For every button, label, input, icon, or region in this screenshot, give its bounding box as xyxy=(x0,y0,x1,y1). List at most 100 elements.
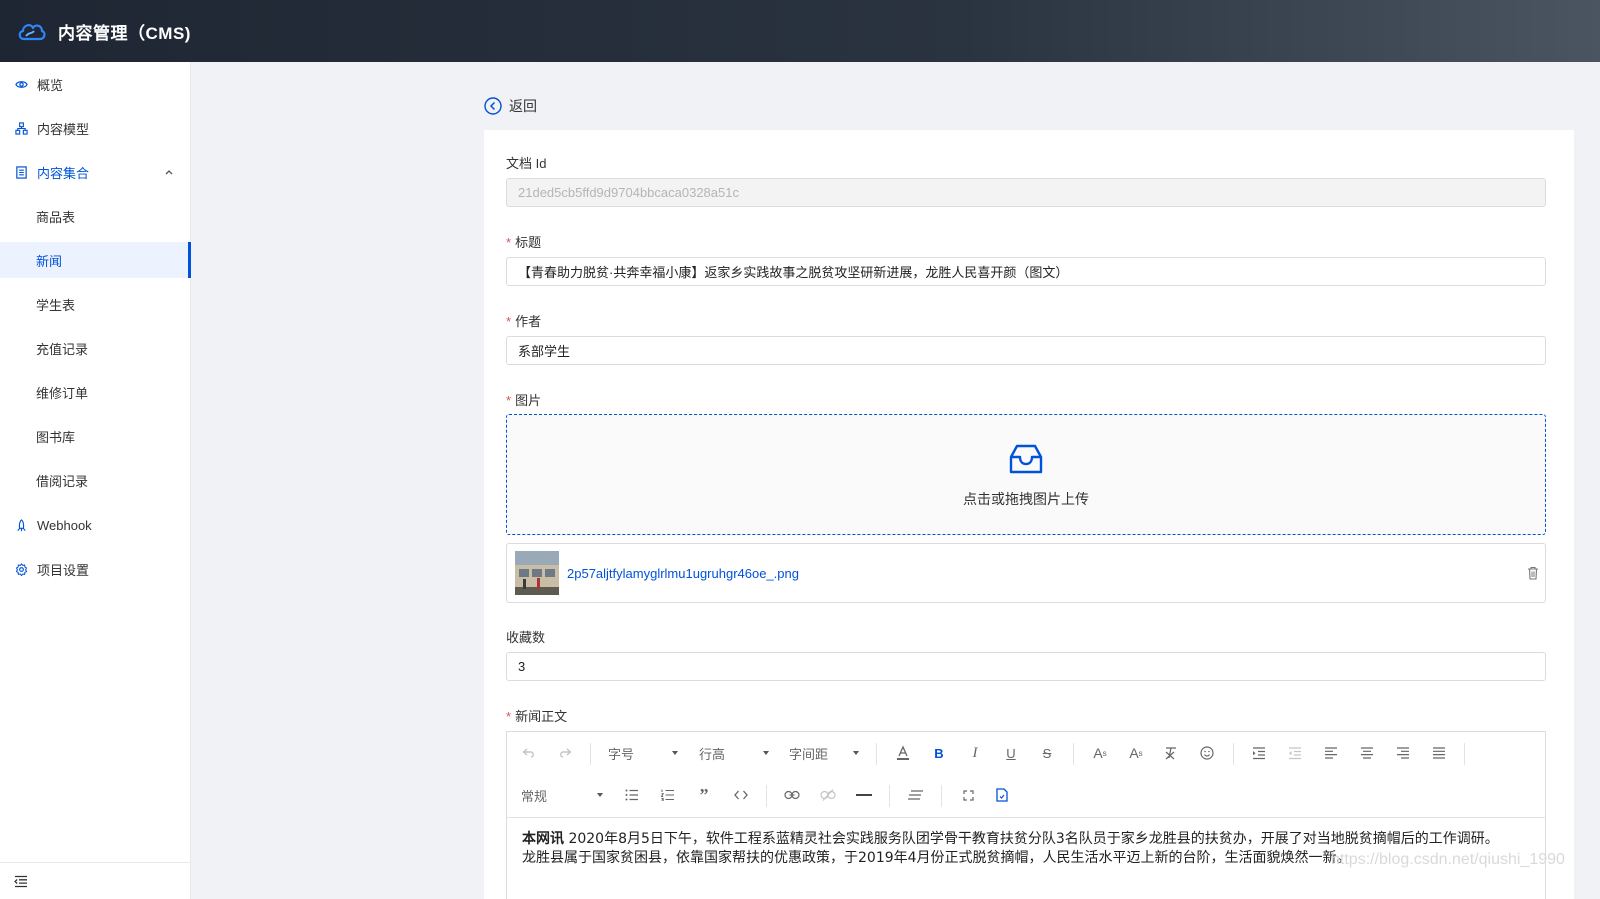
sidebar-item-webhook[interactable]: Webhook xyxy=(0,507,191,543)
toolbar-divider xyxy=(507,817,1545,818)
inbox-icon xyxy=(1009,444,1043,473)
line-height-label: 行高 xyxy=(699,746,726,762)
unlink-icon[interactable] xyxy=(818,783,838,807)
sidebar-item-label: 内容集合 xyxy=(37,165,90,181)
file-name-link[interactable]: 2p57aljtfylamyglrlmu1ugruhgr46oe_.png xyxy=(567,566,799,581)
sidebar-item-label: 学生表 xyxy=(36,297,76,313)
gear-icon xyxy=(14,562,28,576)
favorites-label-text: 收藏数 xyxy=(506,630,546,645)
horizontal-rule-icon[interactable] xyxy=(854,783,874,807)
toolbar-separator xyxy=(876,743,877,765)
author-value: 系部学生 xyxy=(518,344,571,359)
paragraph-1-text: 2020年8月5日下午，软件工程系蓝精灵社会实践服务队团学骨干教育扶贫分队3名队… xyxy=(564,831,1499,847)
bold-icon[interactable]: B xyxy=(929,741,949,765)
sidebar-item-label: Webhook xyxy=(37,517,92,533)
required-mark: * xyxy=(506,314,512,329)
editor-toolbar-row-2: 常规 ” xyxy=(507,774,1545,816)
title-value: 【青春助力脱贫·共奔幸福小康】返家乡实践故事之脱贫攻坚研新进展，龙胜人民喜开颜（… xyxy=(518,265,1069,280)
superscript-icon[interactable]: As xyxy=(1089,741,1111,765)
text-wrap-icon[interactable] xyxy=(906,783,926,807)
sidebar-subitem-products[interactable]: 商品表 xyxy=(0,198,191,234)
back-label: 返回 xyxy=(509,98,537,114)
list-doc-icon xyxy=(14,165,28,179)
favorites-value: 3 xyxy=(518,659,526,674)
sidebar-item-content-model[interactable]: 内容模型 xyxy=(0,110,191,146)
doc-id-label: 文档 Id xyxy=(506,153,546,172)
sidebar-item-label: 新闻 xyxy=(36,253,63,269)
quote-icon[interactable]: ” xyxy=(694,783,714,807)
emoji-icon[interactable] xyxy=(1197,741,1217,765)
body-label: * 新闻正文 xyxy=(506,706,567,725)
link-icon[interactable] xyxy=(782,783,802,807)
italic-icon[interactable]: I xyxy=(965,741,985,765)
image-label: * 图片 xyxy=(506,390,541,409)
rich-text-editor: 字号 行高 字间距 B I U S As As 常规 ” 本网讯 2020年8月… xyxy=(506,731,1546,899)
title-field[interactable]: 【青春助力脱贫·共奔幸福小康】返家乡实践故事之脱贫攻坚研新进展，龙胜人民喜开颜（… xyxy=(506,257,1546,286)
watermark: https://blog.csdn.net/qiushi_1990 xyxy=(1331,851,1565,868)
letter-spacing-label: 字间距 xyxy=(789,746,829,762)
paragraph-format-select[interactable]: 常规 xyxy=(521,783,603,807)
font-size-label: 字号 xyxy=(608,746,635,762)
eye-icon xyxy=(14,77,28,91)
required-mark: * xyxy=(506,393,512,408)
paragraph-format-label: 常规 xyxy=(521,788,548,804)
chevron-up-icon[interactable] xyxy=(163,166,175,178)
sidebar-item-label: 充值记录 xyxy=(36,341,89,357)
toolbar-separator xyxy=(941,785,942,807)
align-left-icon[interactable] xyxy=(1321,741,1341,765)
redo-icon[interactable] xyxy=(555,741,575,765)
sidebar-item-label: 维修订单 xyxy=(36,385,89,401)
clear-format-icon[interactable] xyxy=(1161,741,1181,765)
author-label-text: 作者 xyxy=(515,314,542,329)
uploaded-file-item: 2p57aljtfylamyglrlmu1ugruhgr46oe_.png xyxy=(506,543,1546,603)
sidebar-subitem-repair-orders[interactable]: 维修订单 xyxy=(0,374,191,410)
delete-icon[interactable] xyxy=(1527,566,1539,580)
image-thumbnail[interactable] xyxy=(515,551,559,595)
doc-id-label-text: 文档 Id xyxy=(506,156,547,171)
sidebar-subitem-recharge[interactable]: 充值记录 xyxy=(0,330,191,366)
align-center-icon[interactable] xyxy=(1357,741,1377,765)
sidebar-item-label: 借阅记录 xyxy=(36,473,89,489)
author-label: * 作者 xyxy=(506,311,541,330)
sidebar-subitem-news[interactable]: 新闻 xyxy=(0,242,191,278)
collapse-menu-icon[interactable] xyxy=(14,875,28,888)
sidebar-item-project-settings[interactable]: 项目设置 xyxy=(0,551,191,587)
strikethrough-icon[interactable]: S xyxy=(1037,741,1057,765)
font-color-icon[interactable] xyxy=(893,741,913,765)
numbered-list-icon[interactable] xyxy=(658,783,678,807)
line-height-select[interactable]: 行高 xyxy=(699,741,769,765)
undo-icon[interactable] xyxy=(519,741,539,765)
sidebar-item-content-collection[interactable]: 内容集合 xyxy=(0,154,191,190)
edit-form: 文档 Id 21ded5cb5ffd9d9704bbcaca0328a51c *… xyxy=(484,130,1574,899)
favorites-field[interactable]: 3 xyxy=(506,652,1546,681)
sidebar-subitem-students[interactable]: 学生表 xyxy=(0,286,191,322)
caret-down-icon xyxy=(672,751,678,755)
title-label-text: 标题 xyxy=(515,235,542,250)
app-header: 内容管理（CMS) xyxy=(0,0,1600,62)
align-right-icon[interactable] xyxy=(1393,741,1413,765)
editor-toolbar-row-1: 字号 行高 字间距 B I U S As As xyxy=(507,732,1545,774)
back-button[interactable]: 返回 xyxy=(484,96,537,116)
underline-icon[interactable]: U xyxy=(1001,741,1021,765)
sidebar-item-overview[interactable]: 概览 xyxy=(0,66,191,102)
bullet-list-icon[interactable] xyxy=(622,783,642,807)
letter-spacing-select[interactable]: 字间距 xyxy=(789,741,859,765)
toolbar-separator xyxy=(1233,743,1234,765)
sidebar-subitem-library[interactable]: 图书库 xyxy=(0,418,191,454)
font-size-select[interactable]: 字号 xyxy=(608,741,678,765)
author-field[interactable]: 系部学生 xyxy=(506,336,1546,365)
indent-icon[interactable] xyxy=(1249,741,1269,765)
fullscreen-icon[interactable] xyxy=(958,783,978,807)
toolbar-separator xyxy=(766,785,767,807)
source-document-icon[interactable] xyxy=(992,783,1012,807)
doc-id-field: 21ded5cb5ffd9d9704bbcaca0328a51c xyxy=(506,178,1546,207)
align-justify-icon[interactable] xyxy=(1429,741,1449,765)
upload-hint: 点击或拖拽图片上传 xyxy=(963,490,1089,507)
app-title: 内容管理（CMS) xyxy=(58,23,191,43)
code-icon[interactable] xyxy=(730,783,752,807)
subscript-icon[interactable]: As xyxy=(1125,741,1147,765)
sidebar-subitem-borrow-records[interactable]: 借阅记录 xyxy=(0,462,191,498)
sidebar-footer xyxy=(0,862,191,899)
outdent-icon[interactable] xyxy=(1285,741,1305,765)
image-upload-dropzone[interactable]: 点击或拖拽图片上传 xyxy=(506,414,1546,535)
